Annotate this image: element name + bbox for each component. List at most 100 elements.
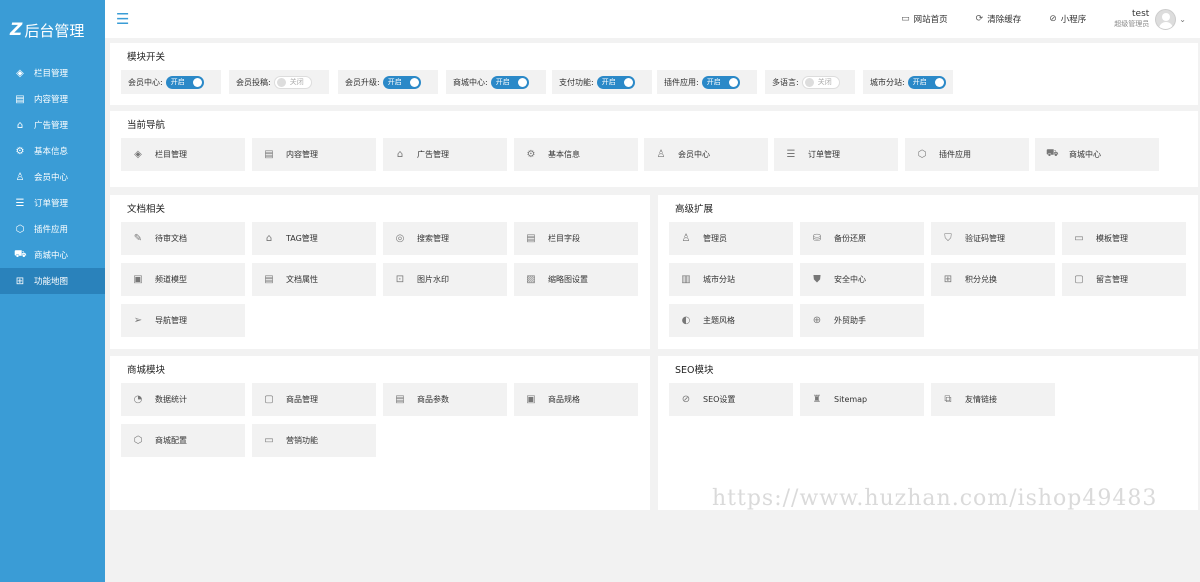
toggle-switch[interactable]: 开启 — [165, 75, 204, 89]
module-switch: 支付功能: 开启 — [552, 70, 652, 94]
nav-card-label: 商品参数 — [417, 395, 449, 404]
nav-card[interactable]: ⬡ 商城配置 — [121, 424, 245, 457]
palette-icon: ◐ — [681, 315, 691, 326]
nav-card-label: SEO设置 — [703, 395, 736, 404]
nav-card[interactable]: ◔ 数据统计 — [121, 383, 245, 416]
sitemap-icon: ♜ — [812, 394, 822, 405]
toggle-switch[interactable]: 开启 — [907, 75, 946, 89]
cart-icon: ⛟ — [1046, 148, 1059, 159]
nav-card[interactable]: ▤ 内容管理 — [252, 138, 376, 171]
nav-card[interactable]: ⊘ SEO设置 — [669, 383, 793, 416]
nav-card-label: 内容管理 — [286, 150, 318, 159]
nav-card[interactable]: ▥ 城市分站 — [669, 263, 793, 296]
nav-card-label: 外贸助手 — [834, 316, 866, 325]
nav-card-label: 订单管理 — [808, 150, 840, 159]
nav-card[interactable]: ▨ 缩略图设置 — [514, 263, 638, 296]
topbar-link[interactable]: ⊘ 小程序 — [1049, 13, 1086, 25]
nav-card[interactable]: ◈ 栏目管理 — [121, 138, 245, 171]
sidebar-item[interactable]: ⬡ 插件应用 — [0, 216, 105, 242]
nav-card[interactable]: ⊕ 外贸助手 — [800, 304, 924, 337]
module-switch-label: 城市分站: — [870, 77, 905, 87]
toggle-switch[interactable]: 开启 — [701, 75, 740, 89]
config-icon: ⬡ — [133, 435, 143, 446]
nav-card[interactable]: ▢ 留言管理 — [1062, 263, 1186, 296]
nav-card[interactable]: ▢ 商品管理 — [252, 383, 376, 416]
sidebar-item[interactable]: ⌂ 广告管理 — [0, 112, 105, 138]
nav-card[interactable]: ✎ 待审文档 — [121, 222, 245, 255]
nav-card[interactable]: ▣ 频道模型 — [121, 263, 245, 296]
nav-card-label: 数据统计 — [155, 395, 187, 404]
link-icon: ⧉ — [944, 394, 952, 405]
module-switch: 插件应用: 开启 — [657, 70, 757, 94]
panel-title-current-nav: 当前导航 — [127, 120, 166, 131]
toggle-switch[interactable]: 关闭 — [273, 75, 312, 89]
nav-card[interactable]: ▣ 商品规格 — [514, 383, 638, 416]
module-switch: 商城中心: 开启 — [446, 70, 546, 94]
nav-card[interactable]: ⌂ TAG管理 — [252, 222, 376, 255]
nav-card[interactable]: ⚙ 基本信息 — [514, 138, 638, 171]
nav-card-label: 商城配置 — [155, 436, 187, 445]
nav-card-label: 安全中心 — [834, 275, 866, 284]
nav-card[interactable]: ♙ 管理员 — [669, 222, 793, 255]
sidebar-item[interactable]: ☰ 订单管理 — [0, 190, 105, 216]
nav-card[interactable]: ♙ 会员中心 — [644, 138, 768, 171]
nav-card[interactable]: ⛊ 安全中心 — [800, 263, 924, 296]
sidebar-item[interactable]: ▤ 内容管理 — [0, 86, 105, 112]
nav-card[interactable]: ♜ Sitemap — [800, 383, 924, 416]
nav-card[interactable]: ▭ 营销功能 — [252, 424, 376, 457]
spec-icon: ▣ — [526, 394, 536, 405]
nav-card[interactable]: ▤ 商品参数 — [383, 383, 507, 416]
nav-card[interactable]: ⧉ 友情链接 — [931, 383, 1055, 416]
chevron-down-icon[interactable]: ⌄ — [1179, 15, 1186, 24]
nav-card[interactable]: ⊡ 图片水印 — [383, 263, 507, 296]
gear-icon: ⚙ — [15, 145, 25, 157]
toggle-switch[interactable]: 关闭 — [801, 75, 840, 89]
goods-icon: ▢ — [264, 394, 274, 405]
nav-card[interactable]: ⌂ 广告管理 — [383, 138, 507, 171]
sidebar-item[interactable]: ⚙ 基本信息 — [0, 138, 105, 164]
module-switch-label: 会员投稿: — [236, 77, 271, 87]
topbar-link-label: 小程序 — [1060, 15, 1087, 25]
sidebar-item[interactable]: ◈ 栏目管理 — [0, 60, 105, 86]
document-icon: ▤ — [264, 149, 274, 160]
nav-card[interactable]: ◐ 主题风格 — [669, 304, 793, 337]
module-switch-label: 支付功能: — [559, 77, 594, 87]
sidebar-item[interactable]: ⛟ 商城中心 — [0, 242, 105, 268]
nav-card[interactable]: ☰ 订单管理 — [774, 138, 898, 171]
nav-card-label: 图片水印 — [417, 275, 449, 284]
avatar[interactable] — [1155, 8, 1177, 30]
sidebar-item[interactable]: ⊞ 功能地图 — [0, 268, 105, 294]
toggle-switch[interactable]: 开启 — [382, 75, 421, 89]
sidebar-item-label: 功能地图 — [34, 277, 69, 287]
nav-card[interactable]: ⛁ 备份还原 — [800, 222, 924, 255]
module-switch-label: 会员中心: — [128, 77, 163, 87]
logo[interactable]: Z 后台管理 — [0, 0, 105, 60]
document-icon: ▤ — [15, 93, 25, 105]
nav-card[interactable]: ◎ 搜索管理 — [383, 222, 507, 255]
topbar-link[interactable]: ▭ 网站首页 — [901, 13, 948, 25]
nav-card[interactable]: ⛟ 商城中心 — [1035, 138, 1159, 171]
shield-icon: ⛉ — [944, 233, 952, 244]
nav-card-label: Sitemap — [834, 395, 868, 404]
cart-icon: ⛟ — [14, 248, 27, 260]
gift-icon: ⊞ — [943, 274, 953, 285]
topbar-link[interactable]: ⟳ 清除缓存 — [976, 13, 1022, 25]
toggle-switch[interactable]: 开启 — [490, 75, 529, 89]
panel-title-modules: 模块开关 — [127, 52, 166, 63]
nav-card[interactable]: ⬡ 插件应用 — [905, 138, 1029, 171]
gear-icon: ⚙ — [526, 149, 536, 160]
sidebar-item-label: 插件应用 — [34, 225, 69, 235]
user-menu[interactable]: test 超级管理员 ⌄ — [1114, 8, 1186, 30]
toggle-switch[interactable]: 开启 — [596, 75, 635, 89]
nav-card[interactable]: ⛉ 验证码管理 — [931, 222, 1055, 255]
sidebar-item-label: 商城中心 — [34, 251, 69, 261]
nav-card[interactable]: ▤ 栏目字段 — [514, 222, 638, 255]
menu-icon[interactable]: ☰ — [116, 11, 130, 27]
nav-card[interactable]: ➢ 导航管理 — [121, 304, 245, 337]
sidebar-item[interactable]: ♙ 会员中心 — [0, 164, 105, 190]
nav-card[interactable]: ⊞ 积分兑换 — [931, 263, 1055, 296]
nav-card[interactable]: ▤ 文档属性 — [252, 263, 376, 296]
building-icon: ▥ — [681, 274, 691, 285]
nav-card[interactable]: ▭ 模板管理 — [1062, 222, 1186, 255]
tag-icon: ⌂ — [265, 233, 273, 244]
